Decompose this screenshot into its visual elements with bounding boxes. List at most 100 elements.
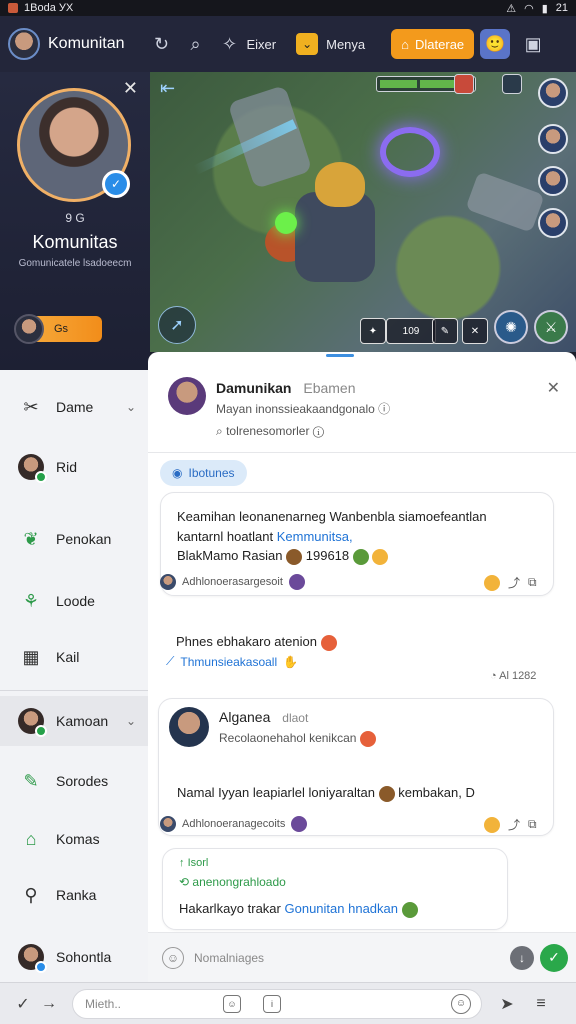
player-avatar[interactable] xyxy=(538,78,568,108)
sticker-icon[interactable]: ☺ xyxy=(223,994,241,1013)
info-icon[interactable]: i xyxy=(263,994,281,1013)
message-link-row[interactable]: ⟋ Thmunsieakasoall ✋ xyxy=(166,654,298,669)
chevron-down-icon: ⌄ xyxy=(125,714,136,728)
chat-search-row[interactable]: ⌕ tolrenesomorler ⓘ xyxy=(216,424,324,439)
chat-search-text: tolrenesomorler xyxy=(226,424,310,438)
player-avatar[interactable] xyxy=(538,124,568,154)
chat-name: Damunikan xyxy=(216,380,292,396)
skill-icon[interactable]: ✕ xyxy=(462,318,488,344)
emoji-icon[interactable]: ☺ xyxy=(451,993,471,1014)
message-text: BlakMamo Rasian 199618 xyxy=(177,548,389,565)
arrow-right-icon[interactable]: → xyxy=(36,991,62,1017)
player-avatar[interactable] xyxy=(538,208,568,238)
topic-tag[interactable]: ◉ Ibotunes xyxy=(160,460,247,486)
sidebar-item-ranka[interactable]: ⚲ Ranka xyxy=(0,870,150,920)
message-link[interactable]: Kemmunitsa, xyxy=(277,529,353,544)
tag-label: Ibotunes xyxy=(188,466,235,480)
menu-icon[interactable]: ≡ xyxy=(528,991,554,1017)
profile-square-avatar[interactable]: 🙂 xyxy=(480,29,511,59)
sidebar-item-sorodes[interactable]: ✎ Sorodes xyxy=(0,756,150,806)
message-text-part: Hakarlkayo trakar xyxy=(179,901,281,916)
send-button[interactable]: ✓ xyxy=(540,943,568,972)
action-icon[interactable]: ✺ xyxy=(494,310,528,344)
drag-handle[interactable] xyxy=(326,354,354,357)
user-avatar[interactable] xyxy=(8,28,40,60)
message-text-part: BlakMamo Rasian xyxy=(177,548,283,563)
sidebar-item-penokan[interactable]: ❦ Penokan xyxy=(0,514,150,564)
game-banner[interactable]: ⇤ ➚ ✦ 109 ✎ ✕ ✺ ⚔ xyxy=(150,72,576,352)
emoji-icon[interactable] xyxy=(484,574,500,591)
bottom-input[interactable]: Mieth.. ☺ i ☺ xyxy=(72,988,482,1019)
sidebar-item-kail[interactable]: ▦ Kail xyxy=(0,632,150,682)
orange-action-button[interactable]: ⌂ Dlaterae xyxy=(391,29,475,59)
message-bubble[interactable]: ↑ Isorl ⟲ anenongrahloado Hakarlkayo tra… xyxy=(162,848,508,930)
rock-decoration xyxy=(465,171,545,233)
check-circle-icon[interactable]: ✓ xyxy=(10,991,36,1017)
sidebar-item-label: Penokan xyxy=(56,531,112,547)
sidebar-item-kamoan[interactable]: Kamoan ⌄ xyxy=(0,696,150,746)
feed-icon[interactable]: ✧ xyxy=(217,31,243,57)
message-text-part: Recolaonehahol kenikcan xyxy=(219,731,357,746)
badge-icon[interactable]: ⌄ xyxy=(296,33,319,55)
joystick-icon[interactable]: ➚ xyxy=(158,306,196,344)
message-text-part: Phnes ebhakaro atenion xyxy=(176,634,317,649)
copy-icon[interactable]: ⧉ xyxy=(528,817,537,832)
message-link[interactable]: Gonunitan hnadkan xyxy=(285,901,398,916)
search-icon[interactable]: ⌕ xyxy=(183,31,209,57)
leaf-icon: ❦ xyxy=(23,528,39,549)
sidebar-item-rid[interactable]: Rid xyxy=(0,442,150,492)
player-avatar[interactable] xyxy=(538,166,568,196)
sidebar-item-dame[interactable]: ✂ Dame ⌄ xyxy=(0,382,150,432)
author-name: Alganea xyxy=(219,709,271,725)
chat-avatar[interactable] xyxy=(168,377,206,415)
sidebar-item-label: Ranka xyxy=(56,887,97,903)
reply-icon[interactable]: ⤴ xyxy=(508,816,520,833)
signal-icon: ▮ xyxy=(541,2,548,15)
emoji-icon xyxy=(378,785,395,802)
profile-meta: 9 G xyxy=(65,211,85,225)
sidebar-item-sohontla[interactable]: Sohontla xyxy=(0,932,150,982)
reply-source-icon: ⟲ xyxy=(179,875,190,889)
reply-icon[interactable]: ⤴ xyxy=(508,574,520,591)
divider xyxy=(0,690,150,691)
toolbar-item-1[interactable]: Eixer xyxy=(247,37,277,52)
emoji-icon xyxy=(372,548,389,565)
back-arrow-icon[interactable]: ⇤ xyxy=(160,78,175,99)
attack-icon[interactable]: ⚔ xyxy=(534,310,568,344)
close-icon[interactable]: ✕ xyxy=(547,378,560,398)
inbox-icon[interactable]: ▣ xyxy=(520,31,546,57)
reaction-count: 199618 xyxy=(305,548,350,563)
chat-name-suffix: Ebamen xyxy=(303,380,356,396)
message-composer: ☺ Nomalniages ↓ ✓ xyxy=(148,932,576,982)
meta-text: Adhlonoeranagecoits xyxy=(182,818,286,830)
user-avatar xyxy=(18,708,47,737)
author-suffix: dlaot xyxy=(282,711,309,725)
message-meta: Adhlonoeranagecoits xyxy=(160,816,308,832)
toolbar-item-2[interactable]: Menya xyxy=(326,37,365,52)
refresh-icon[interactable]: ↻ xyxy=(149,31,175,57)
sidebar-item-komas[interactable]: ⌂ Komas xyxy=(0,814,150,864)
time-text: Al 1282 xyxy=(499,670,537,682)
skill-icon[interactable]: ✦ xyxy=(360,318,386,344)
message-text: Recolaonehahol kenikcan xyxy=(219,731,376,747)
message-text-part: kantarnl hoatlant xyxy=(177,529,274,544)
reply-source: ⟲ anenongrahloado xyxy=(179,875,286,889)
user-avatar[interactable] xyxy=(169,707,209,747)
attach-icon[interactable]: ↓ xyxy=(510,945,534,970)
emoji-icon xyxy=(352,548,369,565)
emoji-icon[interactable] xyxy=(484,816,500,833)
skill-counter: 109 xyxy=(386,318,436,344)
emoji-icon xyxy=(320,634,337,651)
skill-icon[interactable]: ✎ xyxy=(432,318,458,344)
send-icon[interactable]: ➤ xyxy=(494,991,520,1017)
emoji-picker-icon[interactable]: ☺ xyxy=(162,946,184,969)
message-link[interactable]: Thmunsieakasoall xyxy=(180,655,277,669)
sidebar-item-loode[interactable]: ⚘ Loode xyxy=(0,576,150,626)
reply-arrow-icon: ↑ xyxy=(179,857,185,869)
close-icon[interactable]: ✕ xyxy=(123,78,138,99)
composer-placeholder[interactable]: Nomalniages xyxy=(194,951,264,965)
profile-subtitle: Gomunicatele lsadoeecm xyxy=(18,258,132,269)
copy-icon[interactable]: ⧉ xyxy=(528,575,537,590)
sidebar-item-label: Kamoan xyxy=(56,713,109,729)
emoji-icon xyxy=(359,731,376,747)
